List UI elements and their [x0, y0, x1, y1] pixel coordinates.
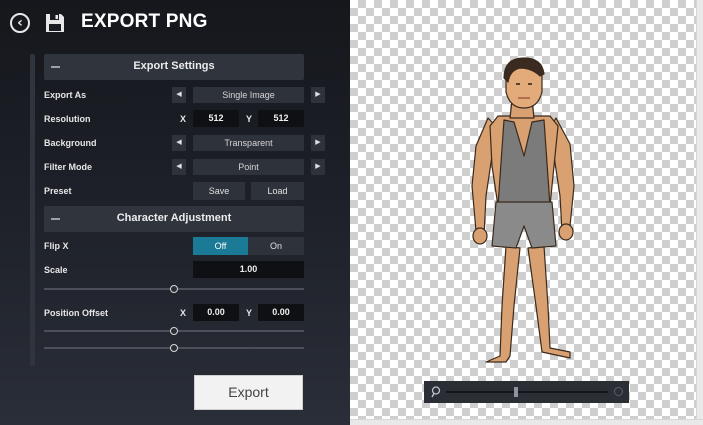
export-as-next-arrow-icon[interactable]: ▶ [311, 87, 325, 103]
position-y-field[interactable]: 0.00 [258, 304, 304, 321]
export-settings-header[interactable]: Export Settings [44, 54, 304, 80]
zoom-reset-icon[interactable] [614, 387, 623, 396]
position-x-slider-handle[interactable] [170, 327, 178, 335]
zoom-bar [424, 381, 629, 403]
background-select: ◀ Transparent ▶ [0, 135, 350, 151]
export-as-select: ◀ Single Image ▶ [0, 87, 350, 103]
back-arrow-icon[interactable]: ‹ [10, 13, 30, 33]
resolution-label: Resolution [44, 114, 91, 124]
preset-label: Preset [44, 186, 72, 196]
preview-canvas[interactable] [350, 0, 703, 425]
filter-mode-select: ◀ Point ▶ [0, 159, 350, 175]
position-x-label: X [180, 308, 187, 318]
scale-field[interactable]: 1.00 [193, 261, 304, 278]
settings-panel: ‹ EXPORT PNG Export Settings Export As ◀… [0, 0, 350, 425]
magnifier-icon [431, 386, 441, 398]
resolution-y-field[interactable]: 512 [258, 110, 304, 127]
character-preview [471, 57, 575, 363]
position-x-field[interactable]: 0.00 [193, 304, 239, 321]
character-adjustment-title: Character Adjustment [116, 212, 232, 224]
flip-x-off-button[interactable]: Off [193, 237, 248, 255]
preset-load-button[interactable]: Load [251, 182, 304, 200]
background-next-arrow-icon[interactable]: ▶ [311, 135, 325, 151]
position-x-slider[interactable] [44, 327, 304, 335]
character-adjustment-header[interactable]: Character Adjustment [44, 206, 304, 232]
background-value[interactable]: Transparent [193, 135, 304, 151]
filter-mode-prev-arrow-icon[interactable]: ◀ [172, 159, 186, 175]
export-as-value[interactable]: Single Image [193, 87, 304, 103]
page-title: EXPORT PNG [81, 11, 208, 32]
flip-x-label: Flip X [44, 241, 69, 251]
position-y-label: Y [246, 308, 253, 318]
zoom-slider-handle[interactable] [514, 387, 519, 397]
flip-x-on-button[interactable]: On [248, 237, 304, 255]
zoom-slider[interactable] [446, 387, 608, 397]
position-y-slider-handle[interactable] [170, 344, 178, 352]
scale-slider-handle[interactable] [170, 285, 178, 293]
scale-slider[interactable] [44, 285, 304, 293]
scale-label: Scale [44, 265, 68, 275]
export-button[interactable]: Export [194, 375, 303, 410]
export-settings-title: Export Settings [133, 60, 215, 72]
position-offset-label: Position Offset [44, 308, 109, 318]
export-as-prev-arrow-icon[interactable]: ◀ [172, 87, 186, 103]
filter-mode-next-arrow-icon[interactable]: ▶ [311, 159, 325, 175]
filter-mode-value[interactable]: Point [193, 159, 304, 175]
resolution-x-label: X [180, 114, 187, 124]
resolution-y-label: Y [246, 114, 253, 124]
preset-save-button[interactable]: Save [193, 182, 245, 200]
background-prev-arrow-icon[interactable]: ◀ [172, 135, 186, 151]
canvas-edge [350, 419, 703, 425]
resolution-x-field[interactable]: 512 [193, 110, 239, 127]
canvas-edge [696, 0, 703, 425]
position-y-slider[interactable] [44, 344, 304, 352]
floppy-disk-icon[interactable] [44, 12, 66, 34]
